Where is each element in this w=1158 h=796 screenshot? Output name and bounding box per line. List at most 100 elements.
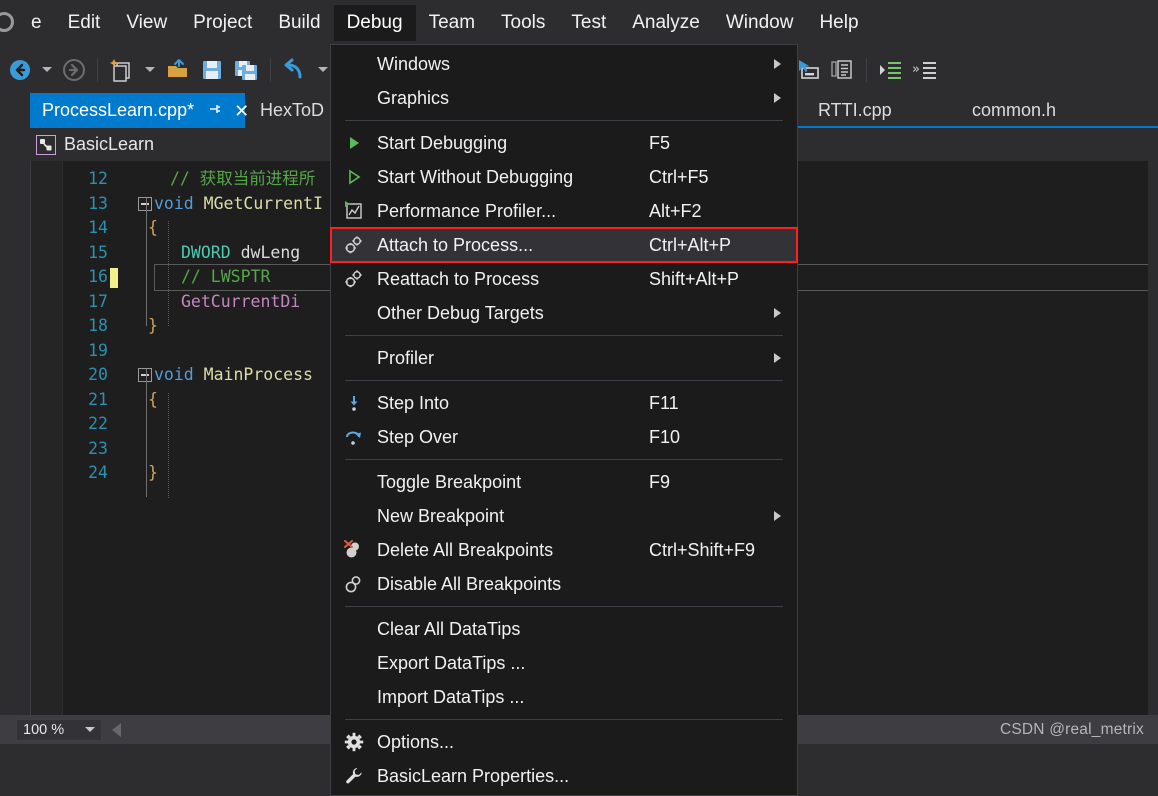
line-number: 12 [88, 169, 108, 188]
play-green-icon [331, 135, 377, 151]
line-keyword: void [154, 193, 204, 213]
zoom-level-combobox[interactable]: 100 % [16, 718, 102, 741]
performance-profiler-icon [331, 201, 377, 221]
navigate-backward-dropdown[interactable] [42, 67, 52, 72]
menu-entry-windows[interactable]: Windows [331, 47, 797, 81]
menu-entry-label: Performance Profiler... [377, 200, 557, 221]
new-project-dropdown[interactable] [145, 67, 155, 72]
comment-selection-icon [831, 59, 852, 79]
indent-guide [168, 393, 169, 498]
toolbar-separator [97, 57, 98, 82]
menu-entry-label: Attach to Process... [377, 234, 534, 255]
menu-entry-shortcut: F9 [649, 471, 671, 492]
save-icon [203, 60, 221, 79]
breadcrumb-scope[interactable]: BasicLearn [64, 134, 154, 155]
attach-process-icon [331, 234, 377, 256]
menu-item-project[interactable]: Project [180, 5, 265, 41]
step-over-icon [331, 428, 377, 446]
menu-item-file[interactable]: e [18, 5, 55, 41]
menu-entry-toggle-breakpoint[interactable]: Toggle Breakpoint F9 [331, 465, 797, 499]
collapsed-tool-window-rail[interactable] [0, 93, 31, 715]
menu-item-build[interactable]: Build [265, 5, 333, 41]
save-all-button[interactable] [229, 53, 263, 87]
quick-watch-icon [799, 59, 819, 79]
menu-entry-delete-all-breakpoints[interactable]: Delete All Breakpoints Ctrl+Shift+F9 [331, 533, 797, 567]
menu-entry-import-datatips[interactable]: Import DataTips ... [331, 680, 797, 714]
close-icon[interactable]: ✕ [234, 102, 249, 120]
menu-entry-export-datatips[interactable]: Export DataTips ... [331, 646, 797, 680]
menu-entry-clear-all-datatips[interactable]: Clear All DataTips [331, 612, 797, 646]
editor-indicator-margin[interactable] [31, 161, 63, 715]
menu-entry-shortcut: F11 [649, 392, 679, 413]
fold-toggle-icon[interactable] [138, 196, 152, 211]
menu-entry-options[interactable]: Options... [331, 725, 797, 759]
menu-entry-performance-profiler[interactable]: Performance Profiler... Alt+F2 [331, 194, 797, 228]
menu-item-team[interactable]: Team [416, 5, 488, 41]
gear-icon [331, 732, 377, 752]
tab-rtti-cpp[interactable]: RTTI.cpp [806, 93, 904, 128]
line-number: 19 [88, 340, 108, 360]
save-button[interactable] [195, 53, 229, 87]
menu-entry-new-breakpoint[interactable]: New Breakpoint [331, 499, 797, 533]
menu-item-debug[interactable]: Debug [333, 5, 416, 41]
menu-entry-start-without-debugging[interactable]: Start Without Debugging Ctrl+F5 [331, 160, 797, 194]
menu-entry-step-into[interactable]: Step Into F11 [331, 386, 797, 420]
menu-entry-label: Step Over [377, 426, 459, 447]
debug-menu-dropdown[interactable]: Windows Graphics Start Debugging F5 Star… [330, 44, 798, 796]
menu-item-analyze[interactable]: Analyze [619, 5, 713, 41]
menu-entry-shortcut: Ctrl+Shift+F9 [649, 539, 756, 560]
menu-item-help[interactable]: Help [806, 5, 871, 41]
menu-separator [345, 380, 783, 381]
line-content: { [148, 218, 158, 237]
line-content: GetCurrentDi [181, 291, 301, 311]
horizontal-scroll-left-button[interactable] [112, 722, 121, 737]
pin-icon[interactable] [208, 100, 222, 121]
tab-processlearn-cpp[interactable]: ProcessLearn.cpp* ✕ [30, 93, 249, 128]
menu-separator [345, 335, 783, 336]
line-content: } [148, 463, 158, 482]
chevron-right-icon [774, 511, 781, 521]
menu-item-tools[interactable]: Tools [488, 5, 558, 41]
menu-entry-attach-to-process[interactable]: Attach to Process... Ctrl+Alt+P [330, 227, 798, 263]
undo-button[interactable] [278, 53, 312, 87]
tab-common-h[interactable]: common.h [960, 93, 1068, 128]
menu-entry-basiclearn-properties[interactable]: BasicLearn Properties... [331, 759, 797, 793]
comment-selection-button[interactable] [825, 53, 859, 87]
navigate-forward-icon [63, 58, 85, 81]
open-file-button[interactable] [161, 53, 195, 87]
menu-entry-disable-all-breakpoints[interactable]: Disable All Breakpoints [331, 567, 797, 601]
watermark-text: CSDN @real_metrix [999, 721, 1144, 738]
menu-entry-label: Windows [377, 53, 451, 74]
fold-toggle-icon[interactable] [138, 368, 152, 383]
menu-item-window[interactable]: Window [713, 5, 807, 41]
menu-item-edit[interactable]: Edit [55, 5, 114, 41]
menu-entry-label: Other Debug Targets [377, 302, 544, 323]
increase-indent-button[interactable] [874, 53, 908, 87]
fold-region-guide [146, 198, 147, 326]
menu-entry-reattach-to-process[interactable]: Reattach to Process Shift+Alt+P [331, 262, 797, 296]
menu-entry-shortcut: F10 [649, 426, 681, 447]
menu-entry-graphics[interactable]: Graphics [331, 81, 797, 115]
menu-entry-step-over[interactable]: Step Over F10 [331, 420, 797, 454]
class-selector-icon[interactable] [36, 134, 56, 155]
tab-hextod[interactable]: HexToD [248, 93, 336, 128]
new-project-button[interactable] [105, 53, 139, 87]
decrease-indent-button[interactable]: » [908, 53, 942, 87]
menu-entry-label: Toggle Breakpoint [377, 471, 522, 492]
menu-item-test[interactable]: Test [558, 5, 619, 41]
undo-dropdown[interactable] [318, 67, 328, 72]
navigate-backward-button[interactable] [4, 53, 36, 87]
menu-item-view[interactable]: View [113, 5, 180, 41]
menu-entry-profiler[interactable]: Profiler [331, 341, 797, 375]
menu-entry-label: Step Into [377, 392, 450, 413]
menu-entry-start-debugging[interactable]: Start Debugging F5 [331, 126, 797, 160]
line-keyword: void [154, 365, 204, 384]
navigate-forward-button[interactable] [58, 53, 90, 87]
line-number: 18 [88, 316, 108, 335]
menu-entry-other-debug-targets[interactable]: Other Debug Targets [331, 296, 797, 330]
line-identifier: MGetCurrentI [203, 193, 323, 213]
visual-studio-window: e Edit View Project Build Debug Team Too… [0, 0, 1158, 796]
line-content: // 获取当前进程所 [170, 169, 316, 188]
chevron-down-icon[interactable] [85, 727, 95, 732]
menu-entry-label: Start Debugging [377, 132, 508, 153]
